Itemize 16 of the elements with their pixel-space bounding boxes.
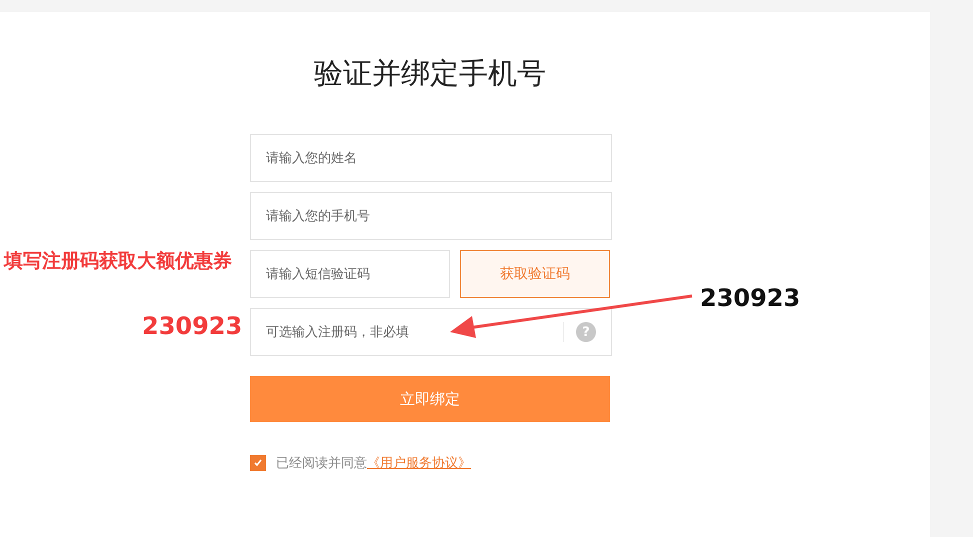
input-field[interactable]: 请输入短信验证码 xyxy=(250,250,450,298)
input-field[interactable]: 请输入您的手机号 xyxy=(250,192,612,240)
check-icon xyxy=(253,458,263,468)
input-field[interactable]: 请输入您的姓名 xyxy=(250,134,612,182)
annotation-text: 230923 xyxy=(700,284,800,312)
annotation-text: 填写注册码获取大额优惠券 xyxy=(4,249,232,274)
page-title: 验证并绑定手机号 xyxy=(313,55,547,92)
arrow-icon xyxy=(450,294,692,338)
agreement-text: 已经阅读并同意《用户服务协议》 xyxy=(276,455,471,472)
annotation-text: 230923 xyxy=(142,312,242,340)
help-icon[interactable]: ? xyxy=(576,322,596,342)
get-code-button[interactable]: 获取验证码 xyxy=(460,250,610,298)
checkbox[interactable] xyxy=(250,455,266,471)
agreement-link[interactable]: 《用户服务协议》 xyxy=(367,456,471,471)
input-field[interactable]: 可选输入注册码，非必填 ? xyxy=(250,308,612,356)
bind-button[interactable]: 立即绑定 xyxy=(250,376,610,422)
